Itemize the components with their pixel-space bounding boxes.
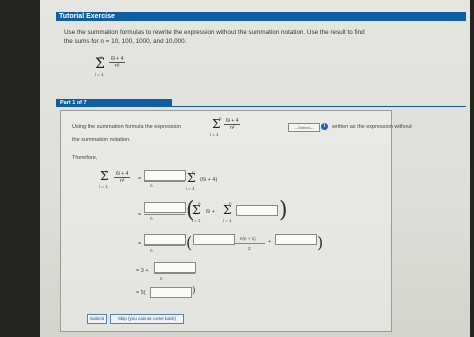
row3-right-paren: ) — [317, 233, 324, 252]
part-divider — [56, 106, 466, 107]
row5-prefix: = 5( — [136, 290, 146, 296]
row1-sigma2-icon: Σ — [187, 171, 196, 185]
row3-two: 2 — [248, 246, 251, 251]
row3-fraction-bar — [144, 245, 185, 246]
row3-half-bar — [235, 243, 265, 244]
tutorial-header: Tutorial Exercise — [56, 12, 466, 21]
fraction-numerator: 6i + 4 — [109, 56, 126, 63]
row4-fraction-bar — [154, 273, 195, 274]
row2-sum2-lower: i = 1 — [223, 218, 232, 223]
row1-numerator-input[interactable] — [144, 170, 186, 181]
problem-line-1: Use the summation formulas to rewrite th… — [64, 29, 365, 36]
therefore-label: Therefore, — [72, 155, 98, 161]
inline-sigma-icon: Σ — [212, 117, 221, 131]
row1-den-n: n — [150, 183, 153, 188]
row1-sigma-icon: Σ — [100, 169, 109, 183]
row4-prefix: = 3 + — [136, 268, 149, 274]
tutorial-title: Tutorial Exercise — [59, 13, 115, 20]
sum-lower: i = 1 — [95, 72, 104, 77]
row2-right-paren: ) — [279, 198, 288, 223]
row5-right-paren: ) — [192, 286, 196, 296]
step-text-after: written as the expression without — [332, 124, 412, 130]
row2-sum-input[interactable] — [236, 205, 278, 216]
row1-fraction-bar — [144, 181, 185, 182]
submit-button[interactable]: Submit — [87, 314, 107, 324]
row1-fraction: 6i + 4 n² — [114, 171, 131, 184]
fraction-denominator: n² — [114, 63, 120, 69]
problem-line-2: the sums for n = 10, 100, 1000, and 10,0… — [64, 38, 187, 45]
row5-input[interactable] — [150, 287, 192, 298]
row1-denominator: n² — [119, 178, 125, 184]
screen: Tutorial Exercise Use the summation form… — [40, 0, 470, 337]
row2-sum2-upper: n — [229, 201, 232, 206]
row2-6i-plus: 6i + — [206, 209, 216, 215]
row2-fraction-bar — [144, 214, 185, 215]
row4-numerator-input[interactable] — [154, 262, 196, 273]
row1-sum2-lower: i = 1 — [186, 186, 195, 191]
row3-n-over-2-numerator: n(n + 1) — [240, 236, 256, 241]
row1-expression: (6i + 4) — [200, 177, 218, 183]
row3-left-paren: ( — [186, 233, 193, 252]
row2-sum-lower: i = 1 — [192, 218, 201, 223]
sum-fraction: 6i + 4 n² — [109, 56, 126, 69]
inline-fraction-denominator: n² — [229, 125, 235, 131]
row3-last-input[interactable] — [275, 234, 317, 245]
row2-equals: = — [138, 212, 142, 218]
row3-coeff-input[interactable] — [193, 234, 235, 245]
row1-equals: = — [138, 176, 142, 182]
inline-sum-lower: i = 1 — [210, 132, 219, 137]
row2-den-n: n — [150, 216, 153, 221]
row2-numerator-input[interactable] — [144, 202, 186, 213]
step-text-line2: the summation notation. — [72, 137, 131, 143]
row4-den-n: n — [160, 276, 163, 281]
info-icon[interactable]: i — [321, 123, 328, 130]
row3-numerator-input[interactable] — [144, 234, 186, 245]
inline-fraction-numerator: 6i + 4 — [224, 118, 241, 125]
row3-den-n: n — [150, 248, 153, 253]
step-text-before: Using the summation formula the expressi… — [72, 124, 181, 130]
row2-sum-upper: n — [198, 201, 201, 206]
skip-button[interactable]: Skip (you cannot come back) — [110, 314, 184, 324]
sigma-symbol: Σ — [95, 56, 105, 72]
select-dropdown[interactable]: ---Select--- — [288, 123, 320, 132]
row1-sum-lower: i = 1 — [99, 184, 108, 189]
problem-statement: Use the summation formulas to rewrite th… — [64, 28, 424, 46]
inline-fraction: 6i + 4 n² — [224, 118, 241, 131]
row3-equals: = — [138, 241, 142, 247]
row3-plus: + — [268, 239, 272, 245]
row1-numerator: 6i + 4 — [114, 171, 131, 178]
